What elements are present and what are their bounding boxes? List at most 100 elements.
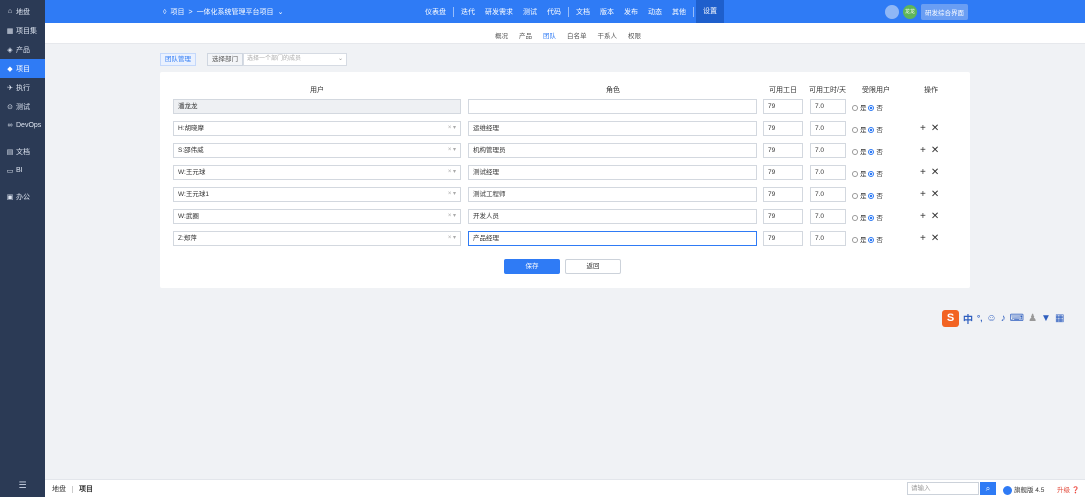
clear-dropdown-icon[interactable]: × ▾: [448, 144, 456, 157]
user-select[interactable]: W:王元球 × ▾: [173, 165, 461, 180]
tab-permission[interactable]: 权限: [628, 30, 641, 40]
add-row-icon[interactable]: +: [920, 145, 926, 156]
tab-overview[interactable]: 概况: [495, 30, 508, 40]
radio-no[interactable]: [868, 149, 875, 156]
delete-row-icon[interactable]: ✕: [931, 189, 939, 200]
role-input[interactable]: 测试工程师: [468, 187, 757, 202]
user-select[interactable]: W:武圈 × ▾: [173, 209, 461, 224]
limited-radio-group[interactable]: 是 否: [852, 168, 883, 178]
user-icon[interactable]: ♟: [1028, 313, 1037, 324]
hours-input[interactable]: 7.0: [810, 121, 846, 136]
radio-no[interactable]: [868, 171, 875, 178]
hours-input[interactable]: 7.0: [810, 99, 846, 114]
sidebar-item-dashboard[interactable]: ⌂ 地盘: [0, 2, 45, 21]
tab-team[interactable]: 团队: [543, 30, 556, 40]
nav-dynamic[interactable]: 动态: [643, 7, 667, 17]
dev-interface-button[interactable]: 研发综合界面: [921, 4, 968, 20]
radio-yes[interactable]: [852, 149, 858, 156]
hours-input[interactable]: 7.0: [810, 143, 846, 158]
sidebar-item-doc[interactable]: ▤ 文档: [0, 142, 45, 161]
avatar[interactable]: 龙龙: [903, 5, 917, 19]
radio-no[interactable]: [868, 193, 875, 200]
chevron-down-icon[interactable]: ⌄: [278, 9, 284, 16]
nav-code[interactable]: 代码: [542, 7, 566, 17]
days-input[interactable]: 79: [763, 121, 803, 136]
delete-row-icon[interactable]: ✕: [931, 211, 939, 222]
add-row-icon[interactable]: +: [920, 167, 926, 178]
radio-no[interactable]: [868, 105, 875, 112]
days-input[interactable]: 79: [763, 99, 803, 114]
limited-radio-group[interactable]: 是 否: [852, 146, 883, 156]
keyboard-icon[interactable]: ⌨: [1010, 313, 1024, 324]
nav-other[interactable]: 其他: [667, 7, 691, 17]
sogou-logo-icon[interactable]: S: [942, 309, 959, 327]
radio-yes[interactable]: [852, 105, 858, 112]
team-manage-tag[interactable]: 团队管理: [160, 53, 196, 66]
add-row-icon[interactable]: +: [920, 123, 926, 134]
role-input[interactable]: [468, 99, 757, 114]
nav-test[interactable]: 测试: [518, 7, 542, 17]
sidebar-item-bi[interactable]: ▭ BI: [0, 161, 45, 180]
user-select[interactable]: S:邵伟威 × ▾: [173, 143, 461, 158]
sidebar-item-test[interactable]: ⊙ 测试: [0, 97, 45, 116]
save-button[interactable]: 保存: [504, 259, 560, 274]
chinese-mode-icon[interactable]: 中: [963, 311, 973, 326]
role-input[interactable]: 运维经理: [468, 121, 757, 136]
add-row-icon[interactable]: +: [920, 233, 926, 244]
delete-row-icon[interactable]: ✕: [931, 167, 939, 178]
role-input[interactable]: 测试经理: [468, 165, 757, 180]
search-icon[interactable]: ⌕: [980, 482, 996, 495]
hours-input[interactable]: 7.0: [810, 187, 846, 202]
days-input[interactable]: 79: [763, 143, 803, 158]
microphone-icon[interactable]: ♪: [1001, 313, 1006, 324]
user-select[interactable]: H:胡晓摩 × ▾: [173, 121, 461, 136]
add-row-icon[interactable]: +: [920, 189, 926, 200]
clear-dropdown-icon[interactable]: × ▾: [448, 188, 456, 201]
clear-dropdown-icon[interactable]: × ▾: [448, 166, 456, 179]
menu-toggle-icon[interactable]: ☰: [0, 480, 45, 491]
radio-no[interactable]: [868, 237, 875, 244]
sidebar-item-project[interactable]: ◆ 项目: [0, 59, 45, 78]
radio-yes[interactable]: [852, 193, 858, 200]
role-input[interactable]: 机构管理员: [468, 143, 757, 158]
search-input[interactable]: 请输入: [907, 482, 979, 495]
breadcrumb-project[interactable]: 一体化系统管理平台项目: [197, 9, 274, 16]
bottom-link-current[interactable]: 项目: [72, 486, 93, 493]
user-select[interactable]: Z:郑萍 × ▾: [173, 231, 461, 246]
clear-dropdown-icon[interactable]: × ▾: [448, 232, 456, 245]
tab-whitelist[interactable]: 白名单: [567, 30, 587, 40]
back-button[interactable]: 返回: [565, 259, 621, 274]
nav-settings[interactable]: 设置: [696, 0, 724, 23]
days-input[interactable]: 79: [763, 165, 803, 180]
nav-doc[interactable]: 文档: [571, 7, 595, 17]
limited-radio-group[interactable]: 是 否: [852, 102, 883, 112]
limited-radio-group[interactable]: 是 否: [852, 212, 883, 222]
sidebar-item-office[interactable]: ▣ 办公: [0, 187, 45, 206]
punctuation-icon[interactable]: °,: [977, 314, 982, 323]
limited-radio-group[interactable]: 是 否: [852, 190, 883, 200]
nav-build[interactable]: 版本: [595, 7, 619, 17]
delete-row-icon[interactable]: ✕: [931, 233, 939, 244]
role-input[interactable]: 产品经理: [468, 231, 757, 246]
sidebar-item-product[interactable]: ◈ 产品: [0, 40, 45, 59]
hours-input[interactable]: 7.0: [810, 231, 846, 246]
upgrade-link[interactable]: 升级 ❓: [1057, 484, 1080, 494]
role-input[interactable]: 开发人员: [468, 209, 757, 224]
bottom-link-home[interactable]: 地盘: [52, 486, 66, 493]
sidebar-item-devops[interactable]: ∞ DevOps: [0, 116, 45, 135]
clear-dropdown-icon[interactable]: × ▾: [448, 122, 456, 135]
nav-iteration[interactable]: 迭代: [456, 7, 480, 17]
delete-row-icon[interactable]: ✕: [931, 145, 939, 156]
delete-row-icon[interactable]: ✕: [931, 123, 939, 134]
nav-requirement[interactable]: 研发需求: [480, 7, 518, 17]
clear-dropdown-icon[interactable]: × ▾: [448, 210, 456, 223]
dept-member-select[interactable]: 选择一个部门的成员 ⌄: [243, 53, 347, 66]
radio-yes[interactable]: [852, 237, 858, 244]
select-dept-tag[interactable]: 选择部门: [207, 53, 243, 66]
sidebar-item-program[interactable]: ▦ 项目集: [0, 21, 45, 40]
add-row-icon[interactable]: +: [920, 211, 926, 222]
radio-yes[interactable]: [852, 215, 858, 222]
radio-yes[interactable]: [852, 127, 858, 134]
skin-icon[interactable]: ▼: [1041, 313, 1051, 324]
tab-product[interactable]: 产品: [519, 30, 532, 40]
